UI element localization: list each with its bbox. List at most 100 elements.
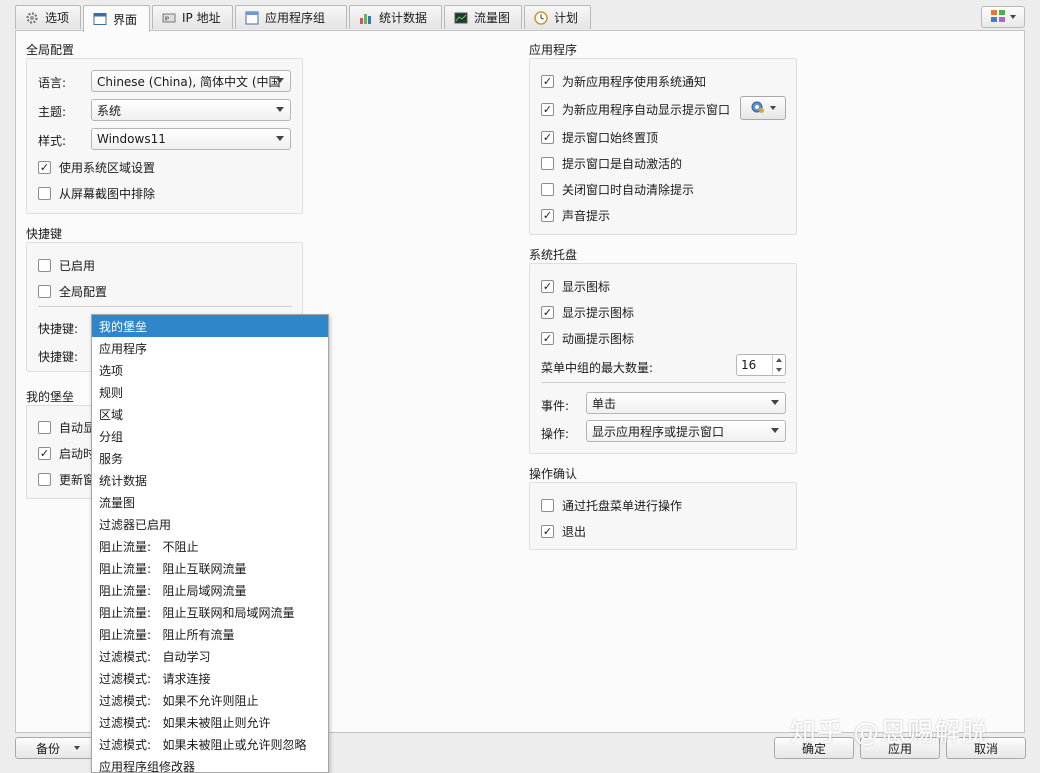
dropdown-item[interactable]: 过滤模式: 如果未被阻止或允许则忽略 <box>92 733 328 755</box>
my-fort-checkbox[interactable]: ✓ 启动时 <box>38 445 95 462</box>
hotkey-label: 快捷键: <box>38 350 79 364</box>
svg-text:IP: IP <box>165 16 170 22</box>
tab-schedule[interactable]: 计划 <box>524 5 591 29</box>
checkbox-label: 通过托盘菜单进行操作 <box>562 499 683 513</box>
chevron-down-icon <box>771 400 779 405</box>
chevron-down-icon <box>1010 15 1016 19</box>
dropdown-item[interactable]: 阻止流量: 阻止互联网流量 <box>92 557 328 579</box>
checkbox-checked[interactable]: ✓ <box>541 75 554 88</box>
dropdown-item[interactable]: 过滤模式: 请求连接 <box>92 667 328 689</box>
app-checkbox[interactable]: ✓ 为新应用程序自动显示提示窗口 <box>541 101 730 118</box>
tray-checkbox[interactable]: ✓ 显示提示图标 <box>541 304 634 321</box>
hotkeys-title: 快捷键 <box>26 227 63 241</box>
dropdown-item[interactable]: 规则 <box>92 381 328 403</box>
hotkey-action-dropdown[interactable]: 我的堡垒 应用程序 选项 规则 区域 分组 服务 统计数据 流量图 过滤器已启用 阻止流量: 不阻止… <box>91 314 329 773</box>
dropdown-item[interactable]: 过滤模式: 自动学习 <box>92 645 328 667</box>
checkbox-unchecked[interactable] <box>541 183 554 196</box>
use-locale-checkbox[interactable]: ✓ 使用系统区域设置 <box>38 159 155 176</box>
chevron-down-icon <box>276 136 284 141</box>
tab-interface[interactable]: 界面 <box>83 5 150 32</box>
checkbox-checked[interactable]: ✓ <box>541 209 554 222</box>
dropdown-item[interactable]: 统计数据 <box>92 469 328 491</box>
checkbox-checked[interactable]: ✓ <box>38 161 51 174</box>
dropdown-item[interactable]: 阻止流量: 不阻止 <box>92 535 328 557</box>
hotkeys-enabled-checkbox[interactable]: 已启用 <box>38 257 95 274</box>
grid-icon <box>990 9 1006 26</box>
action-label: 操作: <box>541 427 570 441</box>
app-checkbox[interactable]: ✓ 声音提示 <box>541 207 610 224</box>
app-checkbox[interactable]: ✓ 为新应用程序使用系统通知 <box>541 73 706 90</box>
checkbox-label: 已启用 <box>59 259 96 273</box>
tab-traffic-graph[interactable]: 流量图 <box>444 5 522 29</box>
style-label: 样式: <box>38 134 67 148</box>
checkbox-checked[interactable]: ✓ <box>541 525 554 538</box>
dropdown-item[interactable]: 服务 <box>92 447 328 469</box>
dropdown-item[interactable]: 过滤模式: 如果不允许则阻止 <box>92 689 328 711</box>
checkbox-unchecked[interactable] <box>38 473 51 486</box>
checkbox-unchecked[interactable] <box>38 421 51 434</box>
checkbox-unchecked[interactable] <box>541 499 554 512</box>
dropdown-item[interactable]: 阻止流量: 阻止所有流量 <box>92 623 328 645</box>
dropdown-item[interactable]: 过滤器已启用 <box>92 513 328 535</box>
my-fort-checkbox[interactable]: 更新窗 <box>38 471 95 488</box>
backup-button[interactable]: 备份 <box>15 737 101 759</box>
dropdown-item[interactable]: 选项 <box>92 359 328 381</box>
checkbox-label: 更新窗 <box>59 473 96 487</box>
global-config-group: 语言: Chinese (China), 简体中文 (中国 主题: 系统 样式:… <box>26 58 303 214</box>
exclude-screenshot-checkbox[interactable]: 从屏幕截图中排除 <box>38 185 155 202</box>
app-checkbox[interactable]: 提示窗口是自动激活的 <box>541 155 682 172</box>
style-value: Windows11 <box>97 132 166 146</box>
view-menu-button[interactable] <box>981 6 1025 28</box>
watermark: 知乎 @恩赐解脱 <box>790 718 989 748</box>
action-select[interactable]: 显示应用程序或提示窗口 <box>586 420 786 442</box>
spinbox-buttons[interactable] <box>772 355 785 375</box>
global-config-title: 全局配置 <box>26 43 75 57</box>
tab-statistics[interactable]: 统计数据 <box>349 5 442 29</box>
confirm-checkbox[interactable]: 通过托盘菜单进行操作 <box>541 497 682 514</box>
checkbox-checked[interactable]: ✓ <box>541 131 554 144</box>
ip-icon: IP <box>161 10 177 26</box>
tab-ip-address[interactable]: IP IP 地址 <box>152 5 233 29</box>
hotkeys-global-checkbox[interactable]: 全局配置 <box>38 283 107 300</box>
tab-app-groups[interactable]: 应用程序组 <box>235 5 347 29</box>
theme-select[interactable]: 系统 <box>91 99 291 121</box>
max-groups-spinbox[interactable]: 16 <box>736 354 786 376</box>
dropdown-item[interactable]: 流量图 <box>92 491 328 513</box>
dropdown-item[interactable]: 应用程序 <box>92 337 328 359</box>
confirm-group: 通过托盘菜单进行操作 ✓ 退出 <box>529 482 797 550</box>
tray-checkbox[interactable]: ✓ 显示图标 <box>541 278 610 295</box>
dropdown-item[interactable]: 应用程序组修改器 <box>92 755 328 773</box>
checkbox-unchecked[interactable] <box>38 187 51 200</box>
checkbox-label: 动画提示图标 <box>562 332 635 346</box>
checkbox-unchecked[interactable] <box>38 259 51 272</box>
dropdown-item[interactable]: 区域 <box>92 403 328 425</box>
checkbox-checked[interactable]: ✓ <box>541 332 554 345</box>
confirm-checkbox[interactable]: ✓ 退出 <box>541 523 586 540</box>
checkbox-checked[interactable]: ✓ <box>541 103 554 116</box>
checkbox-checked[interactable]: ✓ <box>38 447 51 460</box>
app-group-icon <box>244 10 260 26</box>
language-select[interactable]: Chinese (China), 简体中文 (中国 <box>91 70 291 92</box>
my-fort-checkbox[interactable]: 自动显 <box>38 419 95 436</box>
dropdown-item[interactable]: 我的堡垒 <box>92 315 328 337</box>
prompt-options-button[interactable] <box>740 96 786 120</box>
chevron-down-icon <box>74 746 80 750</box>
app-checkbox[interactable]: 关闭窗口时自动清除提示 <box>541 181 694 198</box>
checkbox-unchecked[interactable] <box>541 157 554 170</box>
app-checkbox[interactable]: ✓ 提示窗口始终置顶 <box>541 129 658 146</box>
dropdown-item[interactable]: 阻止流量: 阻止局域网流量 <box>92 579 328 601</box>
checkbox-unchecked[interactable] <box>38 285 51 298</box>
dropdown-item[interactable]: 过滤模式: 如果未被阻止则允许 <box>92 711 328 733</box>
checkbox-checked[interactable]: ✓ <box>541 280 554 293</box>
tray-checkbox[interactable]: ✓ 动画提示图标 <box>541 330 634 347</box>
event-select[interactable]: 单击 <box>586 392 786 414</box>
dropdown-item[interactable]: 分组 <box>92 425 328 447</box>
clock-icon <box>533 10 549 26</box>
tab-label: 统计数据 <box>379 11 428 25</box>
theme-label: 主题: <box>38 105 67 119</box>
checkbox-checked[interactable]: ✓ <box>541 306 554 319</box>
tab-options[interactable]: 选项 <box>15 5 81 29</box>
dropdown-item[interactable]: 阻止流量: 阻止互联网和局域网流量 <box>92 601 328 623</box>
style-select[interactable]: Windows11 <box>91 128 291 150</box>
tab-label: 界面 <box>113 12 138 27</box>
